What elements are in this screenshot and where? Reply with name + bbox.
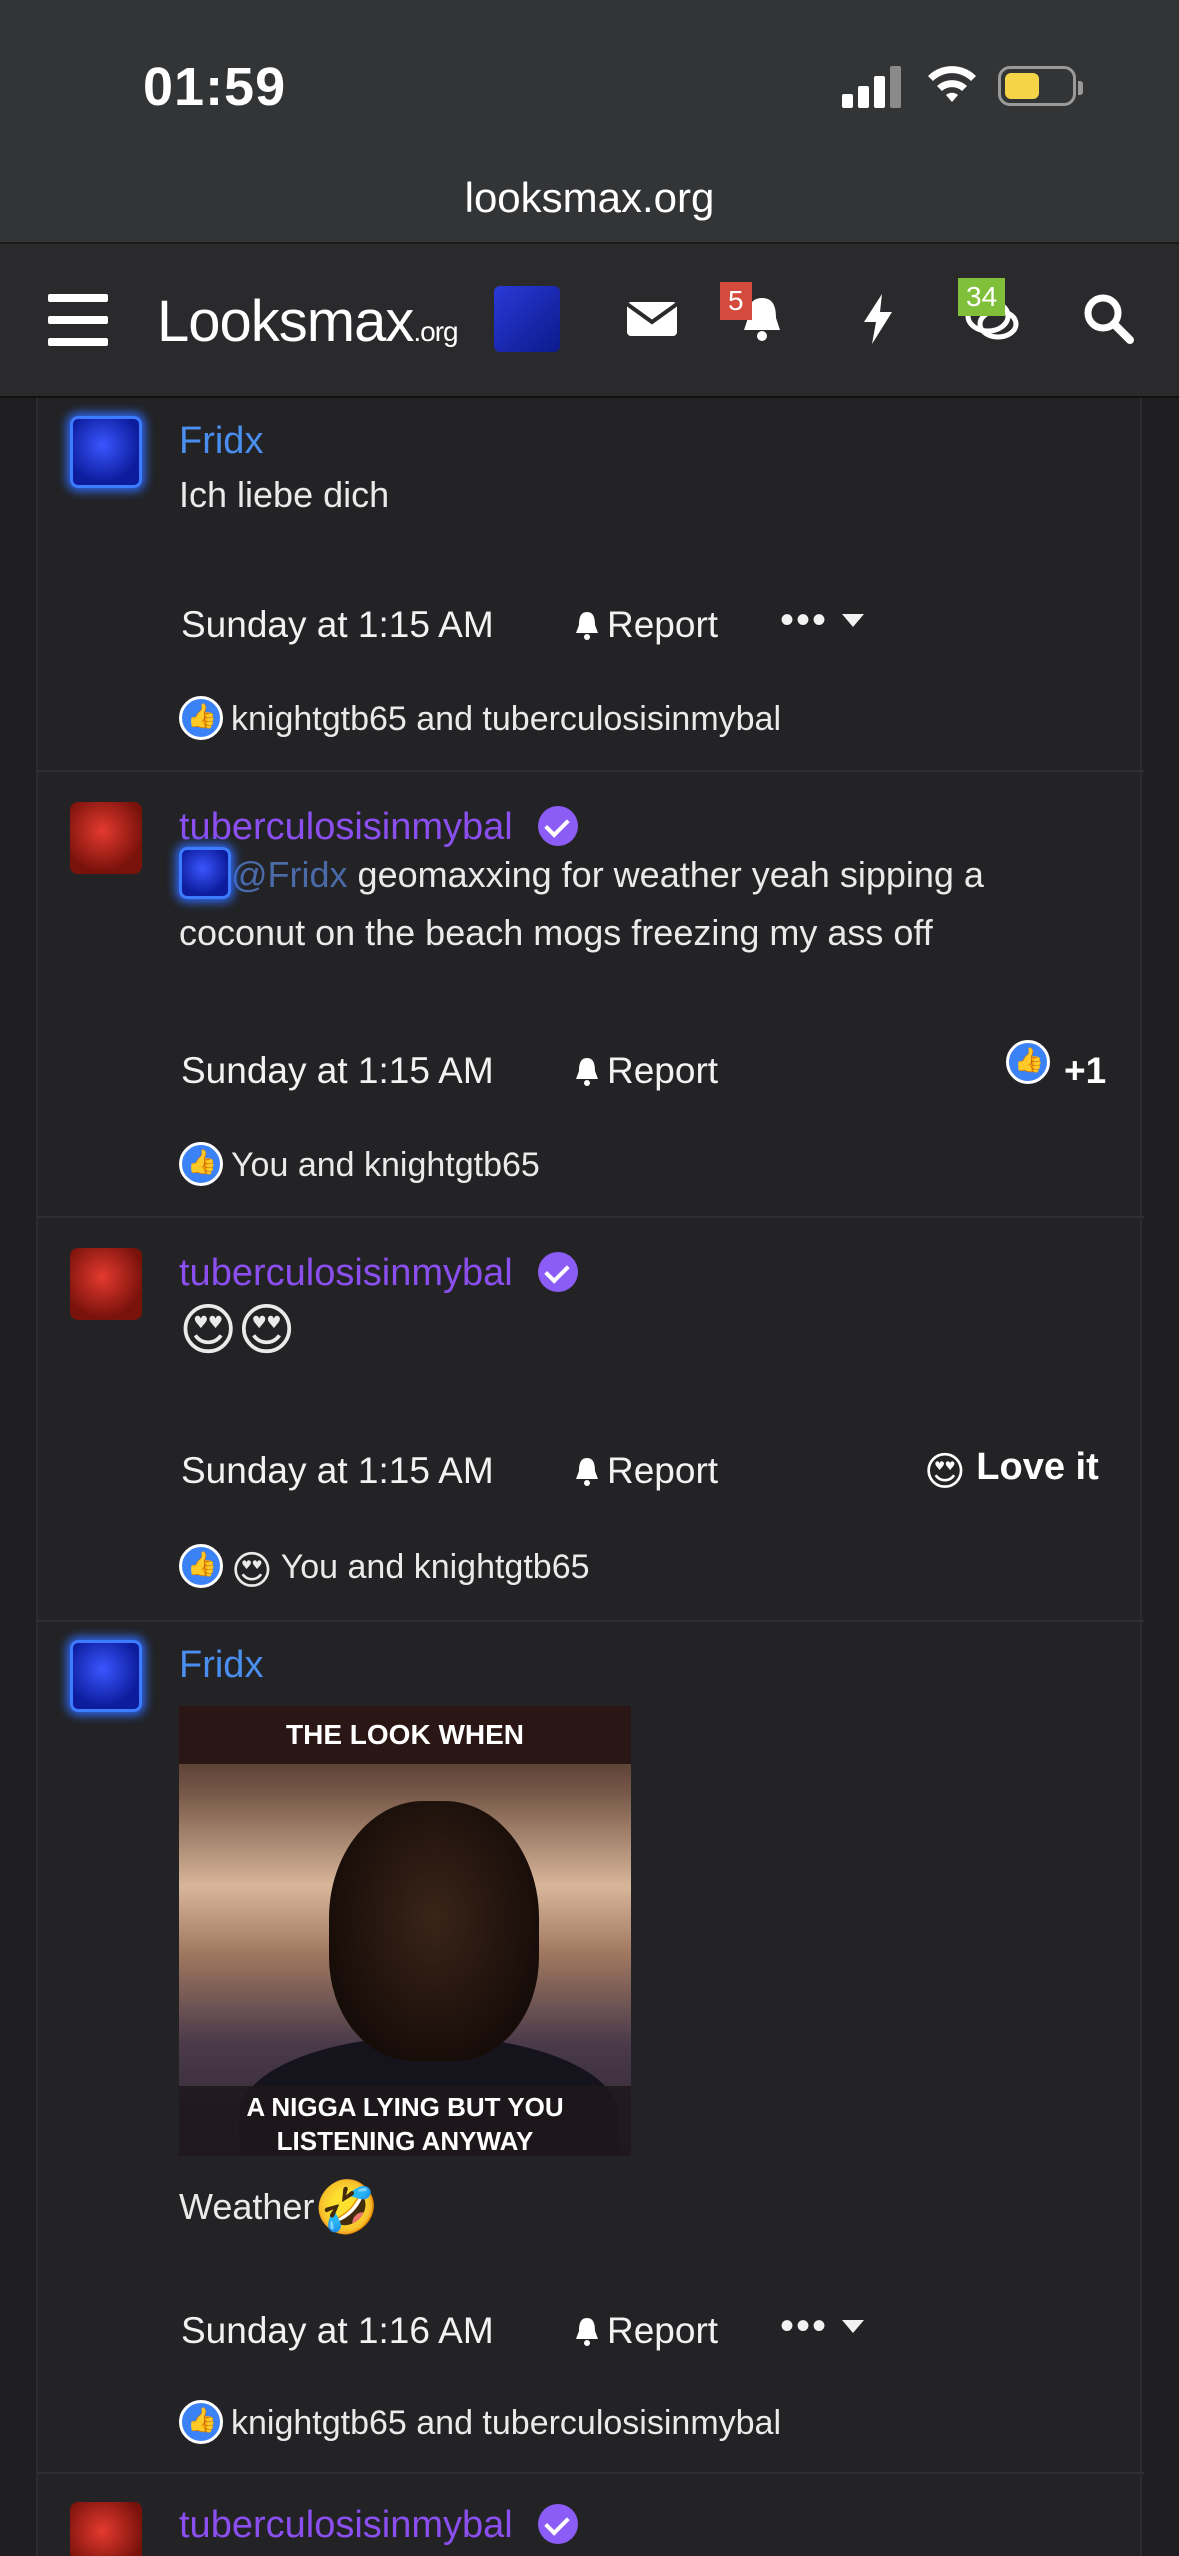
reaction-count[interactable]: +1 (1064, 1050, 1106, 1092)
post-time[interactable]: Sunday at 1:15 AM (181, 1450, 494, 1492)
post-image[interactable]: THE LOOK WHEN A NIGGA LYING BUT YOU LIST… (179, 1706, 631, 2156)
like-icon (179, 696, 223, 740)
image-caption-bottom: A NIGGA LYING BUT YOU LISTENING ANYWAY (179, 2086, 631, 2156)
post: tuberculosisinmybal (38, 2474, 1144, 2556)
avatar[interactable] (70, 1640, 142, 1712)
react-button[interactable] (1006, 1040, 1058, 1084)
post: tuberculosisinmybal 😍😍 Sunday at 1:15 AM… (38, 1218, 1144, 1622)
reactions-bar[interactable]: knightgtb65 and tuberculosisinmybal (179, 696, 781, 740)
post-author[interactable]: Fridx (179, 1644, 263, 1687)
report-link[interactable]: Report (571, 2310, 718, 2352)
reactions-text[interactable]: You and knightgtb65 (281, 1548, 590, 1586)
avatar[interactable] (70, 1248, 142, 1320)
image-face (329, 1801, 539, 2061)
verified-icon (538, 2504, 578, 2544)
logo-suffix: .org (413, 316, 458, 347)
avatar[interactable] (70, 416, 142, 488)
chevron-down-icon (842, 2320, 865, 2333)
post-time[interactable]: Sunday at 1:15 AM (181, 604, 494, 646)
like-icon (179, 1544, 223, 1588)
conversations-badge: 34 (958, 278, 1006, 316)
envelope-icon[interactable] (622, 288, 682, 348)
like-icon (1006, 1040, 1050, 1084)
post: Fridx THE LOOK WHEN A NIGGA LYING BUT YO… (38, 1622, 1144, 2474)
post-author[interactable]: tuberculosisinmybal (179, 2504, 513, 2547)
wifi-icon (928, 66, 976, 102)
status-bar: 01:59 (0, 0, 1179, 160)
report-link[interactable]: Report (571, 1050, 718, 1092)
mention-link[interactable]: @Fridx (231, 854, 348, 895)
image-caption-top: THE LOOK WHEN (179, 1706, 631, 1764)
reactions-bar[interactable]: You and knightgtb65 (179, 1142, 540, 1186)
report-label: Report (607, 604, 719, 645)
post-text: @Fridx geomaxxing for weather yeah sippi… (179, 846, 984, 962)
report-label: Report (607, 1050, 719, 1091)
site-logo[interactable]: Looksmax.org (157, 288, 459, 355)
reactions-bar[interactable]: 😍You and knightgtb65 (179, 1544, 590, 1594)
post-author[interactable]: tuberculosisinmybal (179, 806, 513, 849)
bell-icon (576, 2318, 598, 2346)
post-author[interactable]: tuberculosisinmybal (179, 1252, 513, 1295)
report-label: Report (607, 1450, 719, 1491)
post: Fridx Ich liebe dich Sunday at 1:15 AM R… (38, 398, 1144, 772)
address-bar[interactable]: looksmax.org (0, 160, 1179, 244)
reaction-label: Love it (976, 1446, 1099, 1488)
reactions-text[interactable]: knightgtb65 and tuberculosisinmybal (231, 2404, 781, 2442)
more-options-button[interactable]: ••• (780, 598, 865, 643)
post-text: Ich liebe dich (179, 474, 390, 515)
battery-icon (998, 66, 1083, 106)
menu-icon[interactable] (48, 294, 108, 346)
cellular-signal-icon (842, 64, 902, 108)
bell-icon (576, 1458, 598, 1486)
post-text-line: coconut on the beach mogs freezing my as… (179, 912, 933, 953)
search-icon[interactable] (1078, 288, 1138, 348)
post-time[interactable]: Sunday at 1:16 AM (181, 2310, 494, 2352)
mention-avatar (179, 847, 231, 899)
like-icon (179, 2400, 223, 2444)
post-text: 😍😍 (179, 1298, 296, 1361)
post-author[interactable]: Fridx (179, 420, 263, 463)
laughing-emoji-icon: 🤣 (314, 2179, 380, 2237)
logo-text: Looksmax (157, 289, 414, 354)
post-time[interactable]: Sunday at 1:15 AM (181, 1050, 494, 1092)
reactions-bar[interactable]: knightgtb65 and tuberculosisinmybal (179, 2400, 781, 2444)
heart-eyes-emoji-icon: 😍 (924, 1450, 966, 1494)
post-text: Weather🤣 (179, 2178, 379, 2237)
report-link[interactable]: Report (571, 1450, 718, 1492)
more-options-button[interactable]: ••• (780, 2304, 865, 2349)
bell-icon (576, 612, 598, 640)
status-time: 01:59 (143, 57, 287, 117)
post-text-line: geomaxxing for weather yeah sipping a (347, 854, 984, 895)
lightning-icon[interactable] (848, 288, 908, 348)
avatar[interactable] (70, 802, 142, 874)
reactions-text[interactable]: knightgtb65 and tuberculosisinmybal (231, 700, 781, 738)
react-button[interactable]: 😍 Love it (924, 1446, 1099, 1495)
user-avatar[interactable] (494, 286, 560, 352)
site-navbar: Looksmax.org 5 34 (0, 244, 1179, 398)
report-link[interactable]: Report (571, 604, 718, 646)
like-icon (179, 1142, 223, 1186)
avatar[interactable] (70, 2502, 142, 2556)
verified-icon (538, 1252, 578, 1292)
verified-icon (538, 806, 578, 846)
heart-eyes-emoji-icon: 😍 (231, 1549, 273, 1593)
image-caption-line: A NIGGA LYING BUT YOU (246, 2092, 564, 2122)
thread-content: Fridx Ich liebe dich Sunday at 1:15 AM R… (36, 398, 1144, 2556)
post: tuberculosisinmybal @Fridx geomaxxing fo… (38, 772, 1144, 1218)
post-text-line: Weather (179, 2186, 315, 2227)
alerts-badge: 5 (720, 282, 752, 320)
chevron-down-icon (842, 614, 865, 627)
reactions-text[interactable]: You and knightgtb65 (231, 1146, 540, 1184)
image-caption-line: LISTENING ANYWAY (276, 2126, 534, 2156)
url-text[interactable]: looksmax.org (0, 174, 1179, 222)
bell-icon (576, 1058, 598, 1086)
report-label: Report (607, 2310, 719, 2351)
